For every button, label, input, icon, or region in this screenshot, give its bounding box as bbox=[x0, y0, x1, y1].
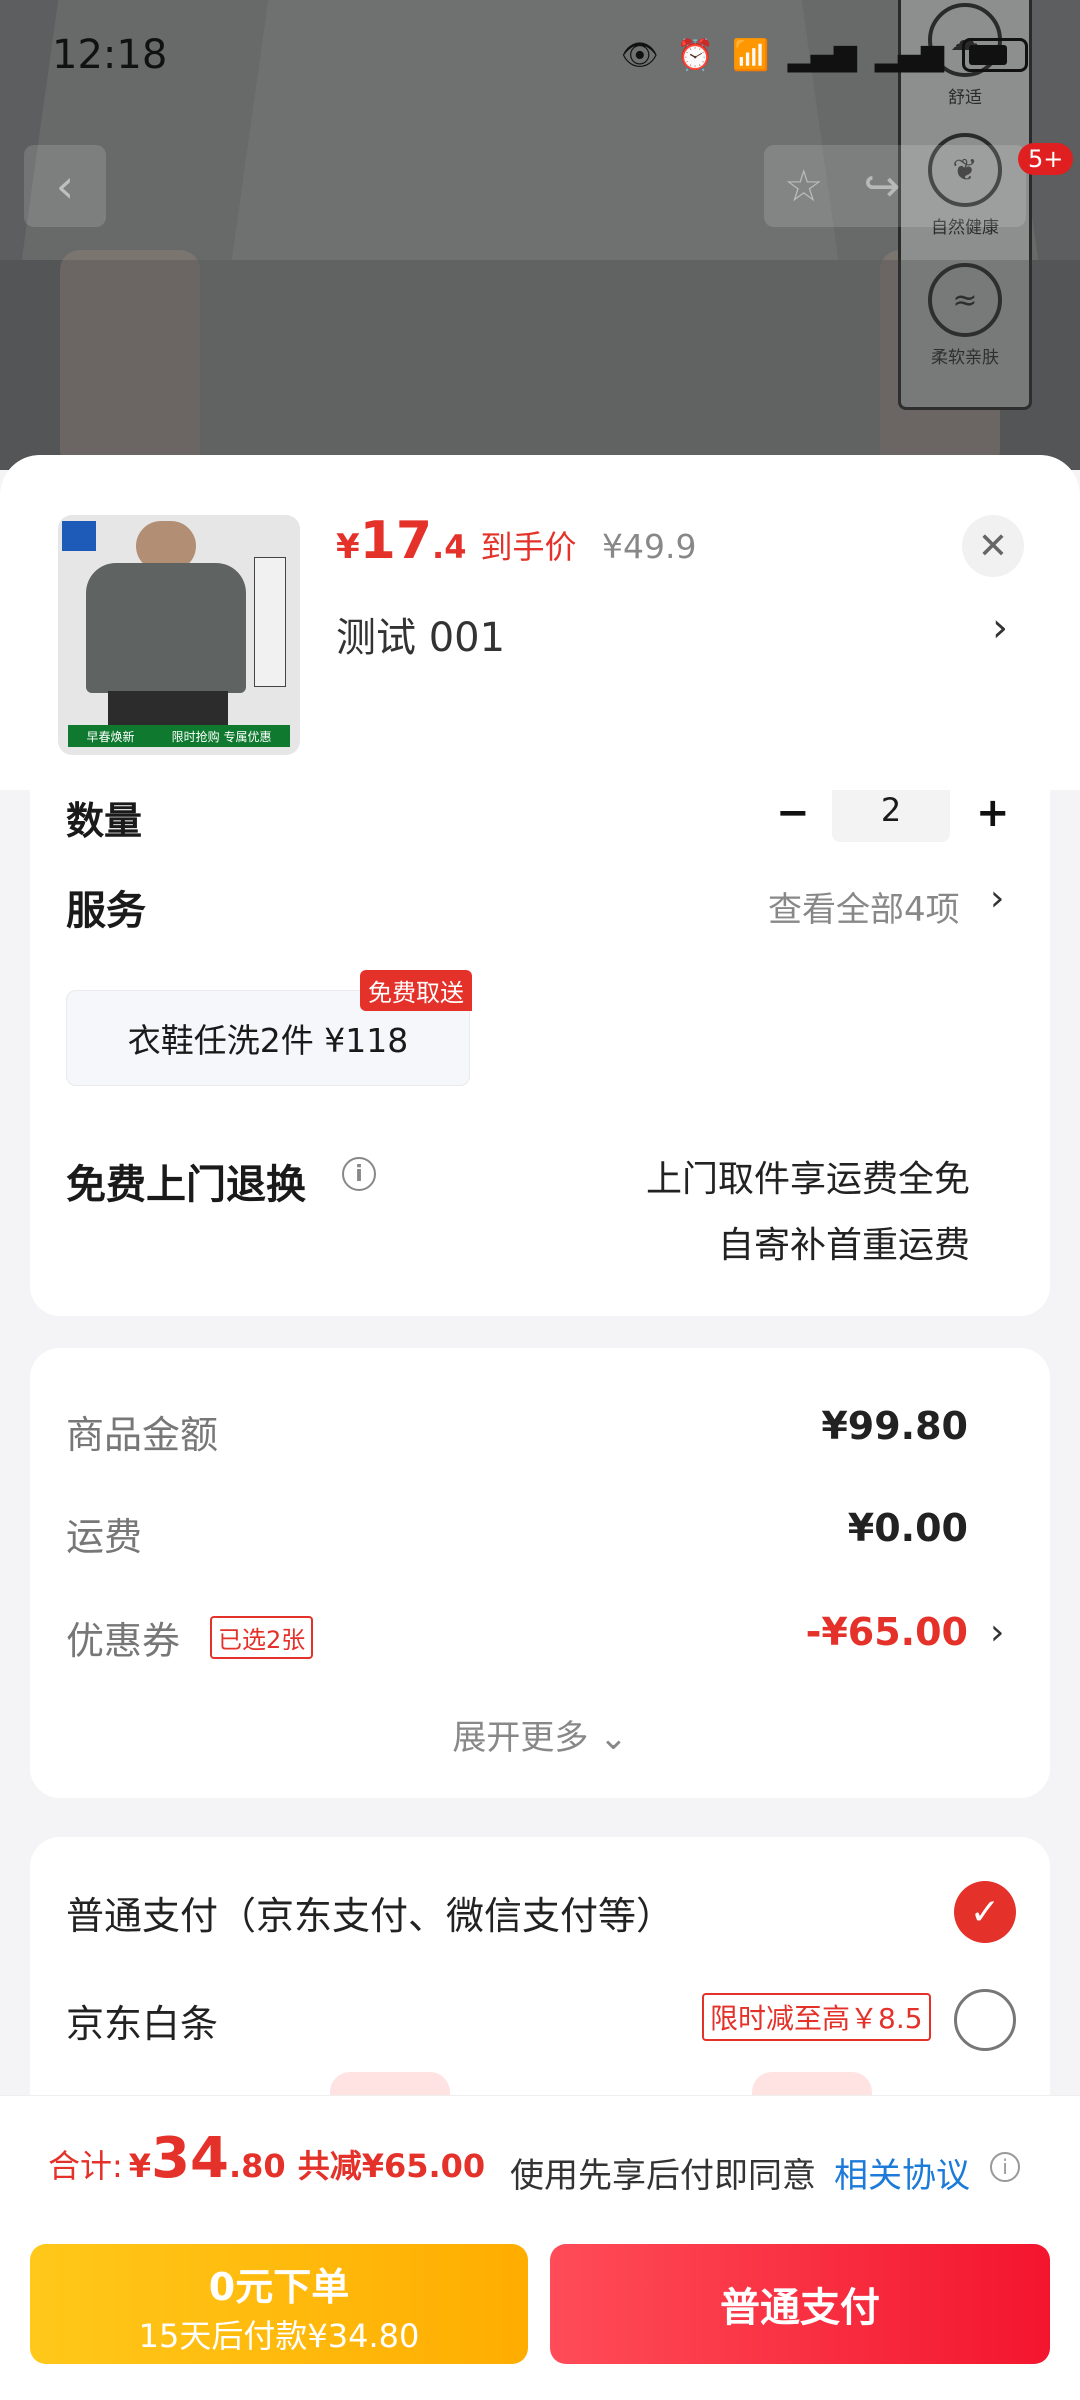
returns-line-2: 自寄补首重运费 bbox=[717, 1225, 970, 1266]
returns-line-1: 上门取件享运费全免 bbox=[645, 1159, 970, 1200]
shipping-value: ¥0.00 bbox=[847, 1506, 968, 1550]
brand-logo bbox=[62, 521, 96, 551]
quantity-plus-button[interactable]: + bbox=[976, 790, 1010, 836]
thumb-banner: 早春焕新 限时抢购 专属优惠 bbox=[68, 725, 290, 747]
thumb-banner-text: 限时抢购 专属优惠 bbox=[171, 729, 272, 744]
quantity-minus-button[interactable]: − bbox=[776, 790, 810, 836]
sheet-header: 早春焕新 限时抢购 专属优惠 ¥ 17 .4 到手价 ¥49.9 ✕ 测试 00… bbox=[0, 455, 1080, 790]
battery-icon bbox=[962, 38, 1028, 72]
share-icon[interactable]: ↪ bbox=[863, 161, 900, 212]
dim-overlay bbox=[0, 260, 1080, 470]
info-icon[interactable]: i bbox=[342, 1157, 376, 1191]
options-card: 数量 − 2 + 服务 查看全部4项 › 衣鞋任洗2件 ¥118 免费取送 免费… bbox=[30, 760, 1050, 1316]
checkout-footer: 合计: ¥ 34 .80 共减¥65.00 使用先享后付即同意 相关协议 i 0… bbox=[0, 2095, 1080, 2400]
current-price: ¥ 17 .4 到手价 bbox=[336, 511, 576, 571]
price-tag: 到手价 bbox=[480, 528, 577, 566]
total-label: 合计: bbox=[48, 2147, 123, 2185]
thumb-feature-strip bbox=[254, 557, 286, 687]
baitiao-promo-tag: 限时减至高￥8.5 bbox=[702, 1993, 931, 2041]
chevron-right-icon[interactable]: › bbox=[992, 605, 1008, 651]
shipping-label: 运费 bbox=[66, 1515, 143, 1559]
chevron-down-icon: ⌄ bbox=[599, 1718, 628, 1758]
signal-icon-2: ▂▄▆ bbox=[874, 37, 944, 73]
alarm-icon: ⏰ bbox=[676, 37, 715, 73]
radio-button[interactable] bbox=[954, 1989, 1016, 2051]
service-badge: 免费取送 bbox=[360, 970, 472, 1011]
payment-baitiao-label[interactable]: 京东白条 bbox=[66, 1993, 218, 2048]
total-price: 合计: ¥ 34 .80 共减¥65.00 bbox=[48, 2126, 485, 2191]
coupon-selected-tag: 已选2张 bbox=[210, 1616, 314, 1659]
price-decimal: .4 bbox=[432, 528, 467, 566]
price-summary-card: 商品金额 ¥99.80 运费 ¥0.00 优惠券 已选2张 -¥65.00 › … bbox=[30, 1348, 1050, 1798]
agreement-text: 使用先享后付即同意 bbox=[510, 2156, 816, 2196]
pay-later-button[interactable]: 0元下单 15天后付款¥34.80 bbox=[30, 2244, 528, 2364]
normal-pay-button[interactable]: 普通支付 bbox=[550, 2244, 1050, 2364]
star-icon[interactable]: ☆ bbox=[784, 161, 823, 212]
back-button[interactable]: ‹ bbox=[24, 145, 106, 227]
thumb-banner-text: 早春焕新 bbox=[86, 729, 135, 744]
goods-amount-label: 商品金额 bbox=[66, 1413, 219, 1457]
service-title: 服务 bbox=[66, 888, 146, 934]
status-icons: 👁 ⏰ 📶 ▂▄▆ ▂▄▆ bbox=[621, 38, 1028, 73]
wifi-icon: 📶 bbox=[732, 37, 770, 73]
coupon-value[interactable]: -¥65.00 bbox=[806, 1610, 968, 1654]
goods-amount-value: ¥99.80 bbox=[821, 1404, 968, 1448]
pay-later-subtitle: 15天后付款¥34.80 bbox=[138, 2317, 420, 2355]
quantity-label: 数量 bbox=[66, 799, 143, 843]
nav-actions: ☆ ↪ bbox=[764, 145, 1026, 227]
expand-more-button[interactable]: 展开更多 ⌄ bbox=[30, 1710, 1050, 1759]
cart-badge: 5+ bbox=[1018, 143, 1074, 175]
price-integer: 17 bbox=[359, 511, 433, 571]
original-price: ¥49.9 bbox=[602, 527, 697, 566]
product-thumbnail[interactable]: 早春焕新 限时抢购 专属优惠 bbox=[58, 515, 300, 755]
price-currency: ¥ bbox=[336, 527, 360, 567]
thumb-shirt bbox=[86, 563, 246, 693]
status-time: 12:18 bbox=[52, 32, 168, 78]
returns-title: 免费上门退换 bbox=[66, 1162, 306, 1208]
service-view-all[interactable]: 查看全部4项 bbox=[768, 882, 960, 931]
signal-icon: ▂▄▆ bbox=[787, 37, 857, 73]
total-integer: 34 bbox=[151, 2126, 229, 2191]
total-decimal: .80 bbox=[229, 2147, 286, 2185]
agreement-link[interactable]: 相关协议 bbox=[834, 2148, 970, 2197]
variant-label[interactable]: 测试 001 bbox=[336, 605, 505, 663]
status-bar: 12:18 👁 ⏰ 📶 ▂▄▆ ▂▄▆ bbox=[0, 0, 1080, 110]
payment-normal-label[interactable]: 普通支付（京东支付、微信支付等） bbox=[66, 1885, 674, 1940]
total-currency: ¥ bbox=[128, 2147, 152, 2185]
chevron-right-icon[interactable]: › bbox=[990, 878, 1004, 919]
total-saved: 共减¥65.00 bbox=[297, 2147, 486, 2185]
pay-later-title: 0元下单 bbox=[208, 2265, 350, 2309]
checkmark-icon[interactable]: ✓ bbox=[954, 1881, 1016, 1943]
info-icon[interactable]: i bbox=[990, 2152, 1020, 2182]
chevron-right-icon[interactable]: › bbox=[990, 1612, 1004, 1653]
expand-more-label: 展开更多 bbox=[452, 1718, 589, 1758]
eye-icon: 👁 bbox=[620, 37, 659, 73]
coupon-label: 优惠券 bbox=[66, 1619, 181, 1663]
close-icon[interactable]: ✕ bbox=[962, 515, 1024, 577]
